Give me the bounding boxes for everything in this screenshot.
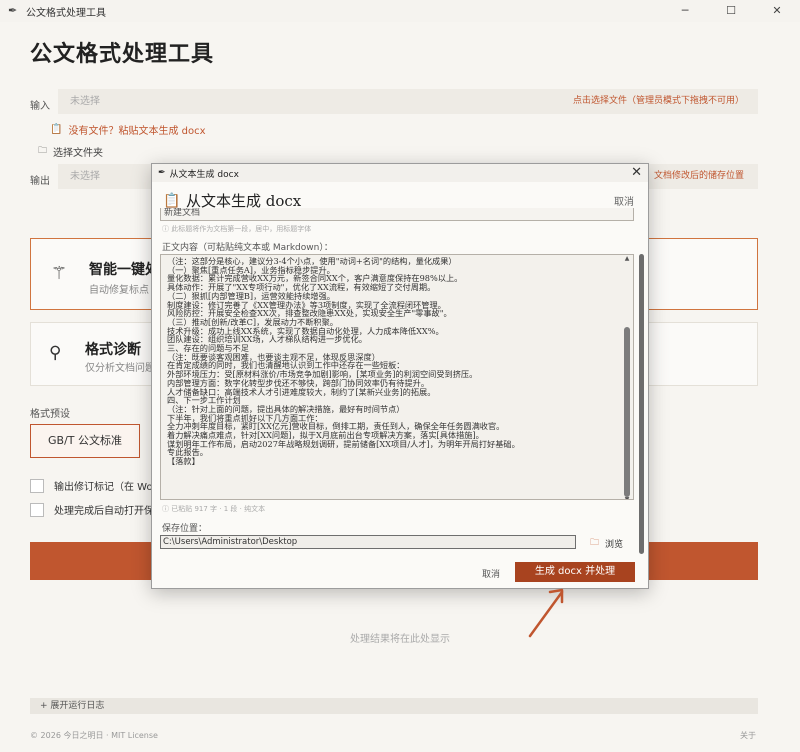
folder-icon: 🗀 bbox=[590, 538, 600, 548]
maximize-button[interactable]: ☐ bbox=[708, 0, 754, 22]
dialog-scroll-thumb[interactable] bbox=[639, 254, 644, 554]
dialog-cancel-top-button[interactable]: 取消 bbox=[614, 193, 634, 208]
input-file-value: 未选择 bbox=[70, 96, 100, 107]
dialog-cancel-button[interactable]: 取消 bbox=[482, 567, 500, 580]
body-content-text: （注：这部分是核心，建议分3-4个小点，使用"动词+名词"的结构，量化成果） （… bbox=[167, 256, 520, 467]
select-folder-label: 选择文件夹 bbox=[53, 147, 104, 159]
clipboard-icon: 📋 bbox=[163, 193, 181, 209]
textarea-scrollbar[interactable]: ▲ ▼ bbox=[623, 255, 631, 499]
auto-open-label: 处理完成后自动打开保 bbox=[54, 506, 154, 517]
save-location-input[interactable]: C:\Users\Administrator\Desktop bbox=[160, 535, 576, 549]
preset-label: 格式预设 bbox=[30, 409, 70, 420]
track-changes-label: 输出修订标记（在 Wo bbox=[54, 482, 153, 493]
scroll-down-icon[interactable]: ▼ bbox=[623, 496, 631, 499]
input-file-hint[interactable]: 点击选择文件（管理员模式下拖拽不可用） bbox=[573, 89, 744, 114]
smart-process-title: 智能一键处 bbox=[89, 262, 159, 278]
close-window-button[interactable]: ✕ bbox=[754, 0, 800, 22]
paste-text-label: 没有文件？粘贴文本生成 docx bbox=[68, 126, 206, 137]
footer-copyright: © 2026 今日之明日 · MIT License bbox=[30, 731, 158, 740]
doc-title-input[interactable]: 新建文档 bbox=[160, 208, 634, 221]
search-icon: ⚲ bbox=[49, 343, 62, 363]
format-diagnose-subtitle: 仅分析文档问题 bbox=[85, 363, 155, 374]
scroll-up-icon[interactable]: ▲ bbox=[623, 255, 631, 262]
expand-log-toggle[interactable]: + 展开运行日志 bbox=[30, 698, 758, 714]
feather-icon: ✒ bbox=[158, 168, 166, 178]
auto-open-checkbox[interactable] bbox=[30, 502, 44, 517]
window-controls: ─ ☐ ✕ bbox=[662, 0, 800, 22]
output-path-hint: 文档修改后的储存位置 bbox=[653, 171, 744, 181]
select-folder-link[interactable]: 🗀 选择文件夹 bbox=[38, 143, 103, 159]
minimize-button[interactable]: ─ bbox=[662, 0, 708, 22]
window-titlebar: ✒ 公文格式处理工具 ─ ☐ ✕ bbox=[0, 0, 800, 22]
dialog-titlebar: ✒ 从文本生成 docx ✕ bbox=[152, 164, 648, 182]
dialog-window-title: 从文本生成 docx bbox=[169, 169, 239, 180]
text-to-docx-dialog: ✒ 从文本生成 docx ✕ 📋 从文本生成 docx 取消 新建文档 ⓘ 此标… bbox=[151, 163, 649, 589]
browse-button[interactable]: 🗀 浏览 bbox=[590, 535, 623, 551]
smart-process-subtitle: 自动修复标点 bbox=[89, 285, 149, 296]
folder-icon: 🗀 bbox=[38, 146, 48, 156]
input-label: 输入 bbox=[30, 101, 50, 112]
input-file-field[interactable]: 未选择 点击选择文件（管理员模式下拖拽不可用） bbox=[58, 89, 758, 114]
dialog-scrollbar[interactable] bbox=[638, 254, 646, 554]
doc-title-hint: ⓘ 此标题将作为文档第一段，居中，用标题字体 bbox=[162, 225, 312, 233]
generate-docx-button[interactable]: 生成 docx 并处理 bbox=[515, 562, 635, 582]
paste-stats: ⓘ 已粘贴 917 字 · 1 段 · 纯文本 bbox=[162, 505, 266, 513]
window-title: 公文格式处理工具 bbox=[26, 7, 106, 19]
clipboard-icon: 📋 bbox=[50, 124, 63, 135]
paste-text-link[interactable]: 📋 没有文件？粘贴文本生成 docx bbox=[50, 122, 206, 137]
body-content-textarea[interactable]: （注：这部分是核心，建议分3-4个小点，使用"动词+名词"的结构，量化成果） （… bbox=[160, 254, 634, 500]
result-placeholder: 处理结果将在此处显示 bbox=[350, 634, 450, 645]
feather-icon: ✒ bbox=[8, 4, 18, 17]
magic-wand-icon: ⚚ bbox=[51, 263, 68, 284]
track-changes-option[interactable]: 输出修订标记（在 Wo bbox=[30, 478, 153, 493]
annotation-arrow bbox=[528, 588, 564, 638]
format-diagnose-title: 格式诊断 bbox=[85, 342, 141, 358]
auto-open-option[interactable]: 处理完成后自动打开保 bbox=[30, 502, 154, 517]
browse-label: 浏览 bbox=[605, 539, 624, 550]
dialog-close-button[interactable]: ✕ bbox=[631, 165, 642, 181]
about-link[interactable]: 关于 bbox=[740, 730, 756, 741]
body-content-label: 正文内容（可粘贴纯文本或 Markdown）： bbox=[162, 243, 333, 253]
page-title: 公文格式处理工具 bbox=[30, 41, 215, 67]
output-path-value: 未选择 bbox=[70, 171, 100, 182]
output-label: 输出 bbox=[30, 176, 50, 187]
track-changes-checkbox[interactable] bbox=[30, 478, 44, 493]
save-location-label: 保存位置： bbox=[162, 524, 208, 534]
preset-gbt-button[interactable]: GB/T 公文标准 bbox=[30, 424, 140, 458]
textarea-scroll-thumb[interactable] bbox=[624, 327, 630, 497]
